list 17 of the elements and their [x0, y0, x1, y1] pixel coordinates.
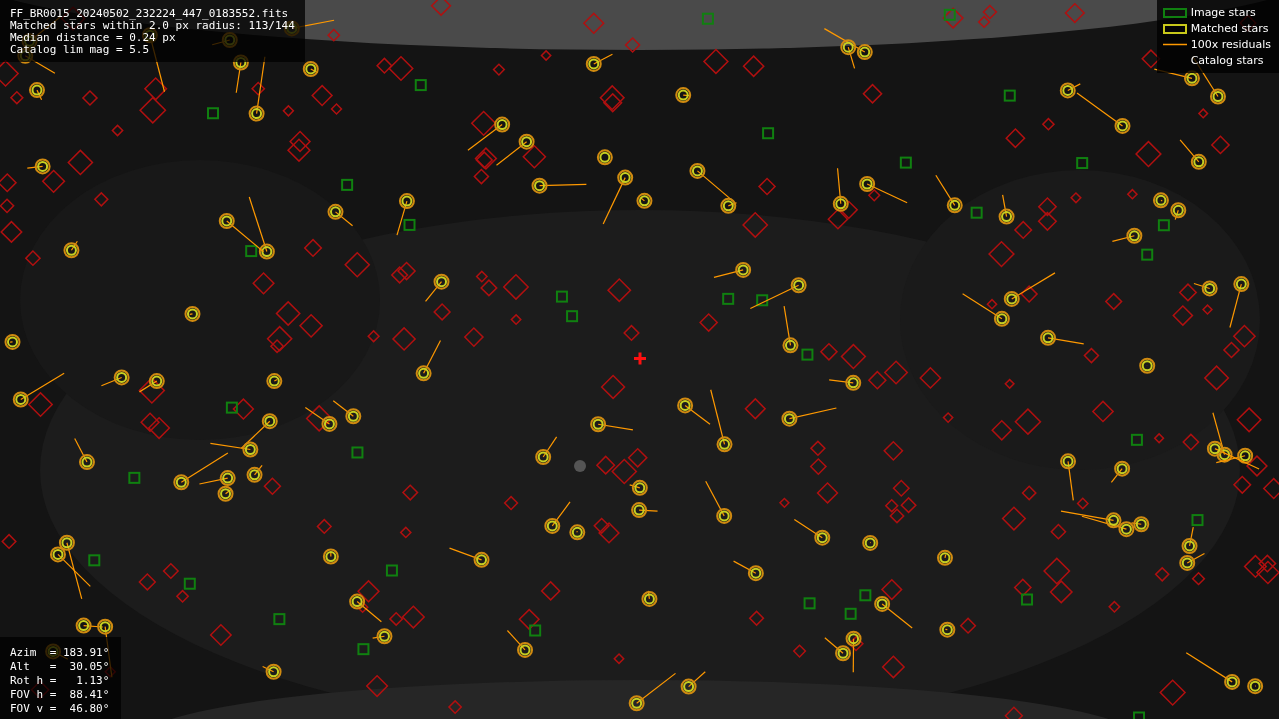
legend-label: Image stars [1190, 5, 1257, 20]
pointing-line: Rot h = 1.13° [10, 675, 110, 687]
legend-label: Catalog stars [1190, 53, 1265, 68]
info-line: FF_BR0015_20240502_232224_447_0183552.fits [10, 8, 290, 20]
legend-label: Matched stars [1190, 21, 1270, 36]
pointing-line: FOV h = 88.41° [10, 689, 110, 701]
center-cross-icon [634, 352, 646, 365]
pointing-line: Alt = 30.05° [10, 661, 110, 673]
swatch-icon [1162, 23, 1187, 34]
info-line: Catalog lim mag = 5.5 [10, 44, 151, 56]
info-line: Matched stars within 2.0 px radius: 113/144 [10, 20, 295, 32]
pointing-line: Azim = 183.91° [10, 647, 110, 659]
info-line: Median distance = 0.24 px [10, 32, 177, 44]
legend-label: 100x residuals [1190, 37, 1271, 52]
line-icon [1162, 43, 1187, 46]
swatch-icon [1162, 7, 1187, 18]
pointing-line: FOV v = 46.80° [10, 703, 110, 715]
